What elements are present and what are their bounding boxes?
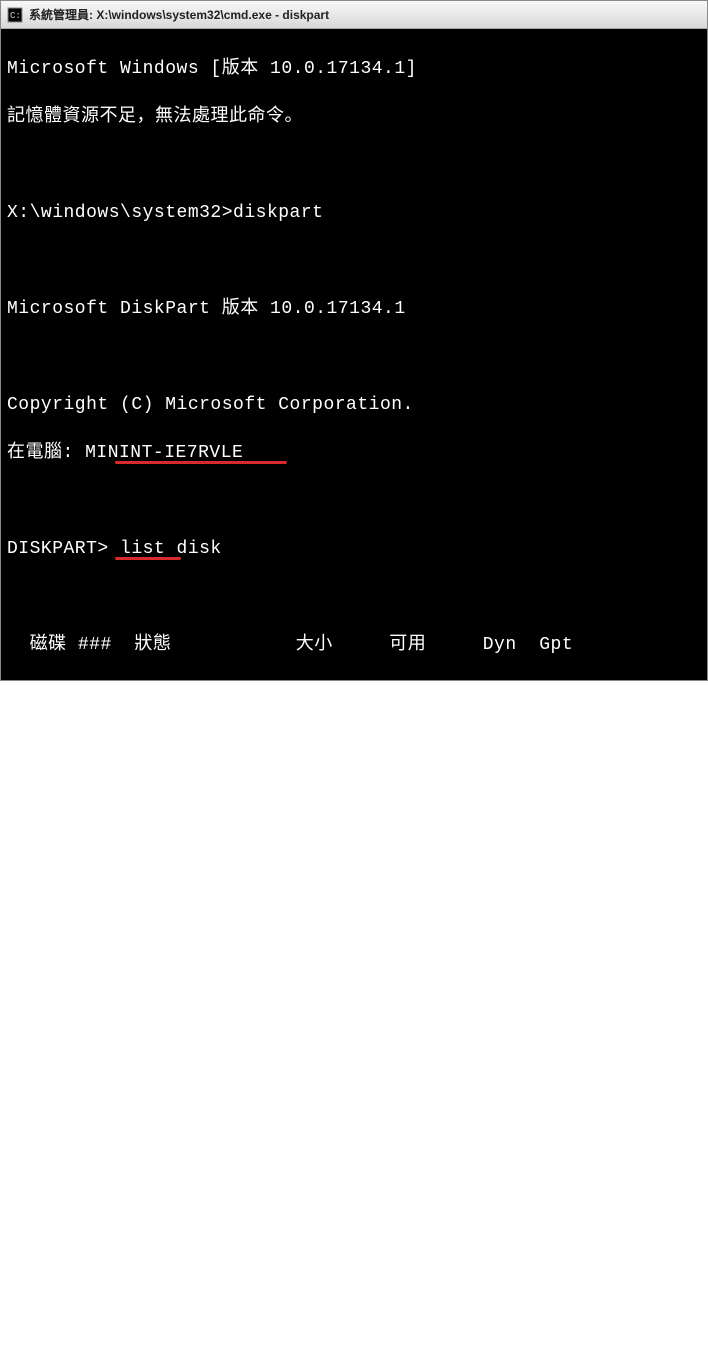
terminal-line: -------- ------------- ------- ------- -… xyxy=(7,681,701,705)
svg-text:C:\: C:\ xyxy=(10,11,23,21)
terminal-line xyxy=(7,921,701,945)
terminal-line: 磁碟 ### 狀態 大小 可用 Dyn Gpt xyxy=(7,633,701,657)
terminal-line xyxy=(7,1113,701,1137)
terminal-line: 磁碟 0 連線 2794 GB 2694 GB * xyxy=(7,729,701,753)
terminal-line: Copyright (C) Microsoft Corporation. xyxy=(7,393,701,417)
window-titlebar[interactable]: C:\ 系統管理員: X:\windows\system32\cmd.exe -… xyxy=(1,1,707,29)
terminal-line: DISKPART> list disk xyxy=(7,537,701,561)
terminal-line: Microsoft Windows [版本 10.0.17134.1] xyxy=(7,57,701,81)
terminal-line: X:\windows\system32>diskpart xyxy=(7,201,701,225)
app-icon: C:\ xyxy=(7,7,23,23)
annotation-underline xyxy=(115,461,287,464)
annotation-underline xyxy=(115,557,181,560)
terminal-line: 記憶體資源不足，無法處理此命令。 xyxy=(7,105,701,129)
terminal-line: Microsoft DiskPart 版本 10.0.17134.1 xyxy=(7,297,701,321)
terminal-line: 在電腦: MININT-IE7RVLE xyxy=(7,441,701,465)
terminal-line xyxy=(7,345,701,369)
terminal-line xyxy=(7,1017,701,1041)
terminal-line: 磁碟 0 是所選擇的磁碟。 xyxy=(7,969,701,993)
terminal-line: DISKPART> xyxy=(7,1257,701,1281)
terminal-line xyxy=(7,153,701,177)
terminal-line xyxy=(7,1209,701,1233)
terminal-line xyxy=(7,585,701,609)
terminal-line xyxy=(7,489,701,513)
terminal-line xyxy=(7,825,701,849)
terminal-line xyxy=(7,249,701,273)
terminal-line: DiskPart 成功地清理了磁碟。 xyxy=(7,1161,701,1185)
terminal-line: DISKPART> clean xyxy=(7,1065,701,1089)
terminal-line: 磁碟 1 連線 14 GB 0 B xyxy=(7,777,701,801)
terminal-line: DISKPART> select disk 0 xyxy=(7,873,701,897)
terminal-output[interactable]: Microsoft Windows [版本 10.0.17134.1] 記憶體資… xyxy=(1,29,707,680)
window-title: 系統管理員: X:\windows\system32\cmd.exe - dis… xyxy=(29,6,329,23)
